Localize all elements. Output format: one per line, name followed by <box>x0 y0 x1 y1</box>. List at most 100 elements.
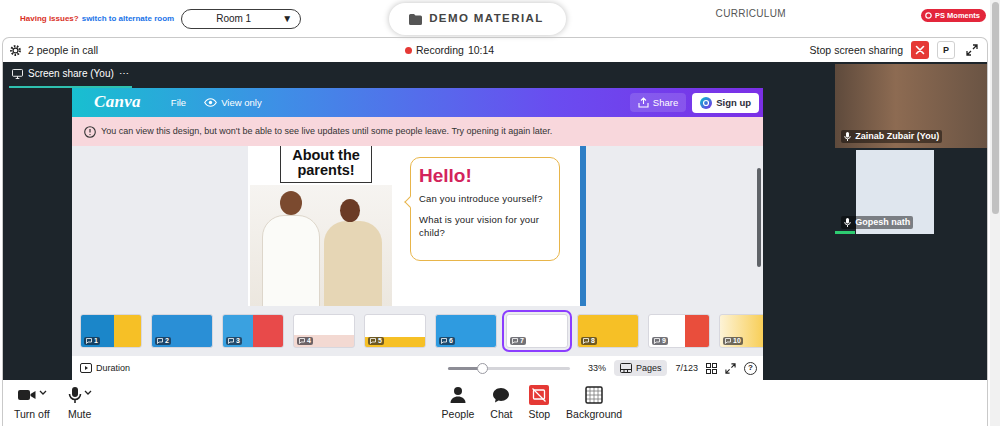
page-number: 9 <box>652 337 668 345</box>
zoom-knob[interactable] <box>477 363 488 374</box>
stop-sharing-button[interactable] <box>911 41 929 59</box>
toolbar-icon-row <box>17 385 47 405</box>
dropdown-button[interactable] <box>84 385 92 398</box>
share-button[interactable]: Share <box>630 93 686 112</box>
expand-icon <box>725 363 736 374</box>
dropdown-button[interactable] <box>39 385 47 398</box>
grid-view-button[interactable] <box>706 363 717 374</box>
mother-figure <box>324 221 382 306</box>
comment-icon <box>725 338 731 344</box>
design-canvas: About the parents! <box>72 146 763 306</box>
curriculum-tab[interactable]: CURRICULUM <box>716 0 786 20</box>
page-number-text: 8 <box>591 337 595 345</box>
sign-up-button[interactable]: Sign up <box>692 93 759 113</box>
zoom-slider[interactable] <box>448 367 570 370</box>
room-label: Room 1 <box>216 13 251 25</box>
share-icon <box>638 97 649 108</box>
help-button[interactable]: ? <box>744 362 757 375</box>
canva-footer: Duration 33% Pages 7/123 <box>72 356 763 380</box>
participant-name-text: Zainab Zubair (You) <box>855 131 939 142</box>
participant-name: Zainab Zubair (You) <box>841 130 942 143</box>
screen-share-tab[interactable]: Screen share (You) ⋯ <box>9 62 132 88</box>
more-menu-icon[interactable]: ⋯ <box>119 68 129 80</box>
speech-bubble: Hello! Can you introduce yourself? What … <box>410 157 560 261</box>
participant-tiles: Zainab Zubair (You) Gopesh nath <box>835 62 987 380</box>
toolbar-icon-row <box>449 385 467 405</box>
page-number: 1 <box>84 337 100 345</box>
toolbar-button[interactable]: Chat <box>485 385 517 421</box>
fullscreen-button[interactable] <box>963 41 981 59</box>
canvas-viewport: About the parents! <box>72 146 757 306</box>
share-tab-label: Screen share (You) <box>28 68 114 80</box>
microphone-icon <box>844 218 851 227</box>
moments-badge[interactable]: PS Moments <box>921 9 986 22</box>
play-icon <box>80 363 92 373</box>
comment-icon <box>157 338 163 344</box>
page-number: 10 <box>723 337 743 345</box>
toolbar-label: Chat <box>490 408 512 421</box>
page-thumbnail[interactable]: 5 <box>364 314 426 348</box>
page-thumbnail[interactable]: 7 <box>506 314 568 348</box>
page-number-text: 3 <box>236 337 240 345</box>
father-head <box>280 191 302 215</box>
issue-text: Having issues? <box>20 14 79 24</box>
toolbar-button[interactable]: Background <box>561 385 627 421</box>
main-area: Having issues? switch to alternate room … <box>0 0 990 426</box>
file-menu[interactable]: File <box>171 97 186 108</box>
page-number: 7 <box>510 337 526 345</box>
call-toolbar: Turn offMute People Chat StopBackground <box>3 380 987 426</box>
participant-tile[interactable]: Zainab Zubair (You) <box>835 64 987 148</box>
expand-icon <box>966 44 978 56</box>
father-figure <box>262 215 320 306</box>
slide-title: About the parents! <box>280 146 372 183</box>
scrollbar-thumb[interactable] <box>992 2 999 214</box>
page-thumbnail[interactable]: 4 <box>293 314 355 348</box>
page-thumbnail[interactable]: 1 <box>80 314 142 348</box>
canva-logo[interactable]: Canva <box>94 92 141 112</box>
page-number-text: 1 <box>94 337 98 345</box>
call-header: 2 people in call Recording 10:14 Stop sc… <box>3 38 987 62</box>
recording-dot-icon <box>405 47 412 54</box>
demo-material-tab[interactable]: DEMO MATERIAL <box>389 3 565 35</box>
page-thumbnail[interactable]: 9 <box>648 314 710 348</box>
page-number: 6 <box>439 337 455 345</box>
title-line: About the <box>285 148 367 163</box>
page-thumbnail[interactable]: 10 <box>719 314 763 348</box>
monitor-icon <box>12 69 23 79</box>
room-select[interactable]: Room 1 ▼ <box>181 9 301 29</box>
page-scrollbar[interactable] <box>990 0 1000 426</box>
page-thumbnail[interactable]: 3 <box>222 314 284 348</box>
toolbar-button[interactable]: Turn off <box>9 385 55 421</box>
page-number: 4 <box>297 337 313 345</box>
slide-heading: Hello! <box>419 166 551 187</box>
toolbar-button[interactable]: Mute <box>63 385 97 421</box>
moments-label: PS Moments <box>935 11 980 20</box>
duration-button[interactable]: Duration <box>80 363 130 374</box>
toolbar-button[interactable]: People <box>437 385 480 421</box>
toolbar-icon-row <box>585 385 603 405</box>
camera-icon <box>17 387 37 403</box>
sign-up-label: Sign up <box>716 97 751 108</box>
page-thumbnail[interactable]: 8 <box>577 314 639 348</box>
page-thumbnail[interactable]: 2 <box>151 314 213 348</box>
page-count: 7/123 <box>675 363 698 374</box>
mother-head <box>340 199 360 222</box>
call-controls: People Chat StopBackground <box>437 385 628 421</box>
toolbar-button[interactable]: Stop <box>524 385 556 421</box>
slide-stripe <box>580 146 586 306</box>
page-thumbnail[interactable]: 6 <box>435 314 497 348</box>
switch-room-link[interactable]: switch to alternate room <box>82 14 174 24</box>
participant-tile[interactable]: Gopesh nath <box>835 150 987 234</box>
stop-sharing-label[interactable]: Stop screen sharing <box>810 44 903 57</box>
eye-icon <box>204 98 217 107</box>
canva-badge-icon <box>700 97 712 109</box>
canvas-scrollbar[interactable] <box>757 146 763 306</box>
fullscreen-button[interactable] <box>725 363 736 374</box>
gear-icon[interactable] <box>9 44 22 57</box>
slide-left: About the parents! <box>248 146 400 306</box>
people-icon <box>449 386 467 404</box>
pages-button[interactable]: Pages <box>614 360 668 377</box>
scrollbar-thumb[interactable] <box>757 168 761 267</box>
issue-area: Having issues? switch to alternate room … <box>20 0 301 37</box>
profile-button[interactable]: P <box>937 41 955 59</box>
